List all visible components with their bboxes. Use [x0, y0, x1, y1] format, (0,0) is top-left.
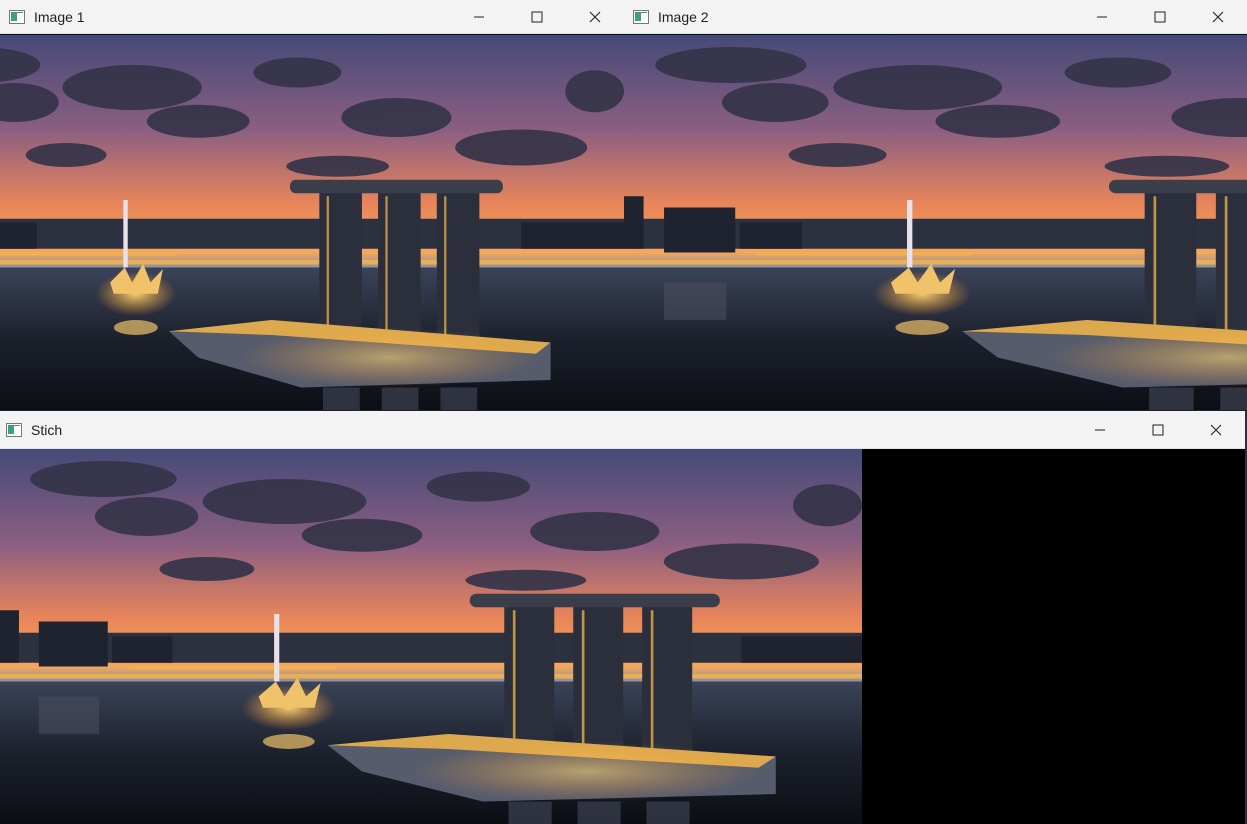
close-icon [589, 11, 601, 22]
maximize-icon [1154, 11, 1166, 22]
titlebar-image-2[interactable]: Image 2 [624, 0, 1247, 34]
minimize-button[interactable] [1071, 413, 1129, 447]
window-title: Stich [31, 421, 63, 438]
app-window-icon [633, 9, 649, 24]
close-icon [1212, 11, 1224, 22]
close-button[interactable] [1189, 0, 1247, 34]
stitch-canvas [0, 449, 1245, 824]
minimize-button[interactable] [1073, 0, 1131, 34]
titlebar-image-1[interactable]: Image 1 [0, 0, 624, 34]
window-title: Image 1 [34, 8, 85, 25]
stitched-panorama [0, 449, 862, 824]
maximize-icon [1152, 424, 1164, 435]
close-button[interactable] [566, 0, 624, 34]
maximize-icon [531, 11, 543, 22]
window-image-1: Image 1 [0, 0, 624, 410]
unfilled-black-area [862, 449, 1245, 824]
window-image-2: Image 2 [624, 0, 1247, 410]
city-photo-image-1 [0, 35, 624, 410]
minimize-button[interactable] [450, 0, 508, 34]
app-window-icon [6, 422, 22, 437]
maximize-button[interactable] [1131, 0, 1189, 34]
titlebar-stitch[interactable]: Stich [0, 411, 1245, 449]
app-window-icon [9, 9, 25, 24]
window-stitch: Stich [0, 411, 1247, 824]
maximize-button[interactable] [1129, 413, 1187, 447]
window-title: Image 2 [658, 8, 709, 25]
image-1-canvas [0, 35, 624, 410]
image-2-canvas [624, 35, 1247, 410]
minimize-icon [474, 16, 484, 17]
close-icon [1210, 424, 1222, 435]
close-button[interactable] [1187, 413, 1245, 447]
minimize-icon [1097, 16, 1107, 17]
city-photo-image-2 [624, 35, 1247, 410]
maximize-button[interactable] [508, 0, 566, 34]
minimize-icon [1095, 429, 1105, 430]
